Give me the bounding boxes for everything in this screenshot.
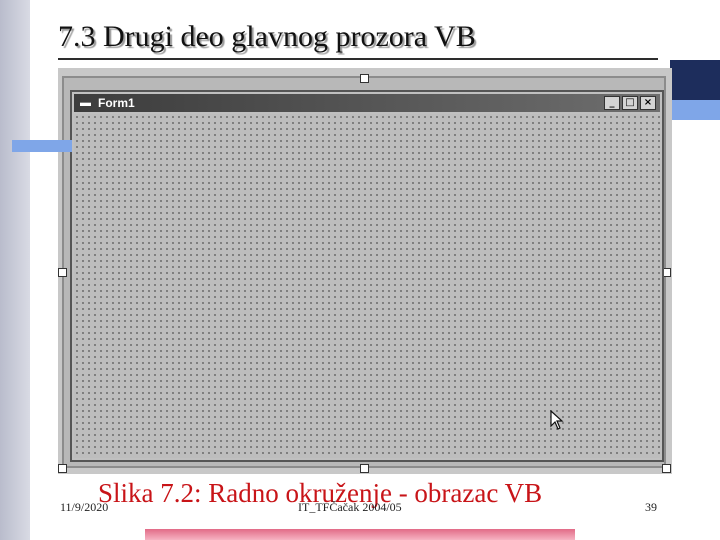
bottom-decor-bar	[145, 529, 575, 540]
title-underline	[58, 58, 658, 60]
resize-handle-bottom[interactable]	[360, 464, 369, 473]
resize-handle-top[interactable]	[360, 74, 369, 83]
maximize-button[interactable]: □	[622, 96, 638, 110]
left-decor-stripe	[0, 0, 30, 540]
form-icon: ▬	[80, 97, 91, 109]
mouse-pointer-icon	[550, 410, 564, 430]
form-titlebar[interactable]: ▬ Form1 _ □ ×	[74, 94, 660, 112]
page-number: 39	[645, 500, 657, 514]
footer-center-text: IT_TFČačak 2004/05	[298, 500, 402, 514]
resize-handle-bottom-right[interactable]	[662, 464, 671, 473]
form-title: Form1	[98, 96, 135, 110]
decor-blue-bar-left	[12, 140, 72, 152]
resize-handle-left[interactable]	[58, 268, 67, 277]
form-client-area[interactable]	[74, 114, 660, 458]
window-controls: _ □ ×	[604, 96, 656, 110]
footer-date: 11/9/2020	[60, 500, 109, 514]
slide-title: 7.3 Drugi deo glavnog prozora VB	[58, 20, 476, 53]
form-designer-screenshot: ▬ Form1 _ □ ×	[58, 68, 672, 474]
close-button[interactable]: ×	[640, 96, 656, 110]
form-window[interactable]: ▬ Form1 _ □ ×	[70, 90, 664, 462]
minimize-button[interactable]: _	[604, 96, 620, 110]
resize-handle-bottom-left[interactable]	[58, 464, 67, 473]
